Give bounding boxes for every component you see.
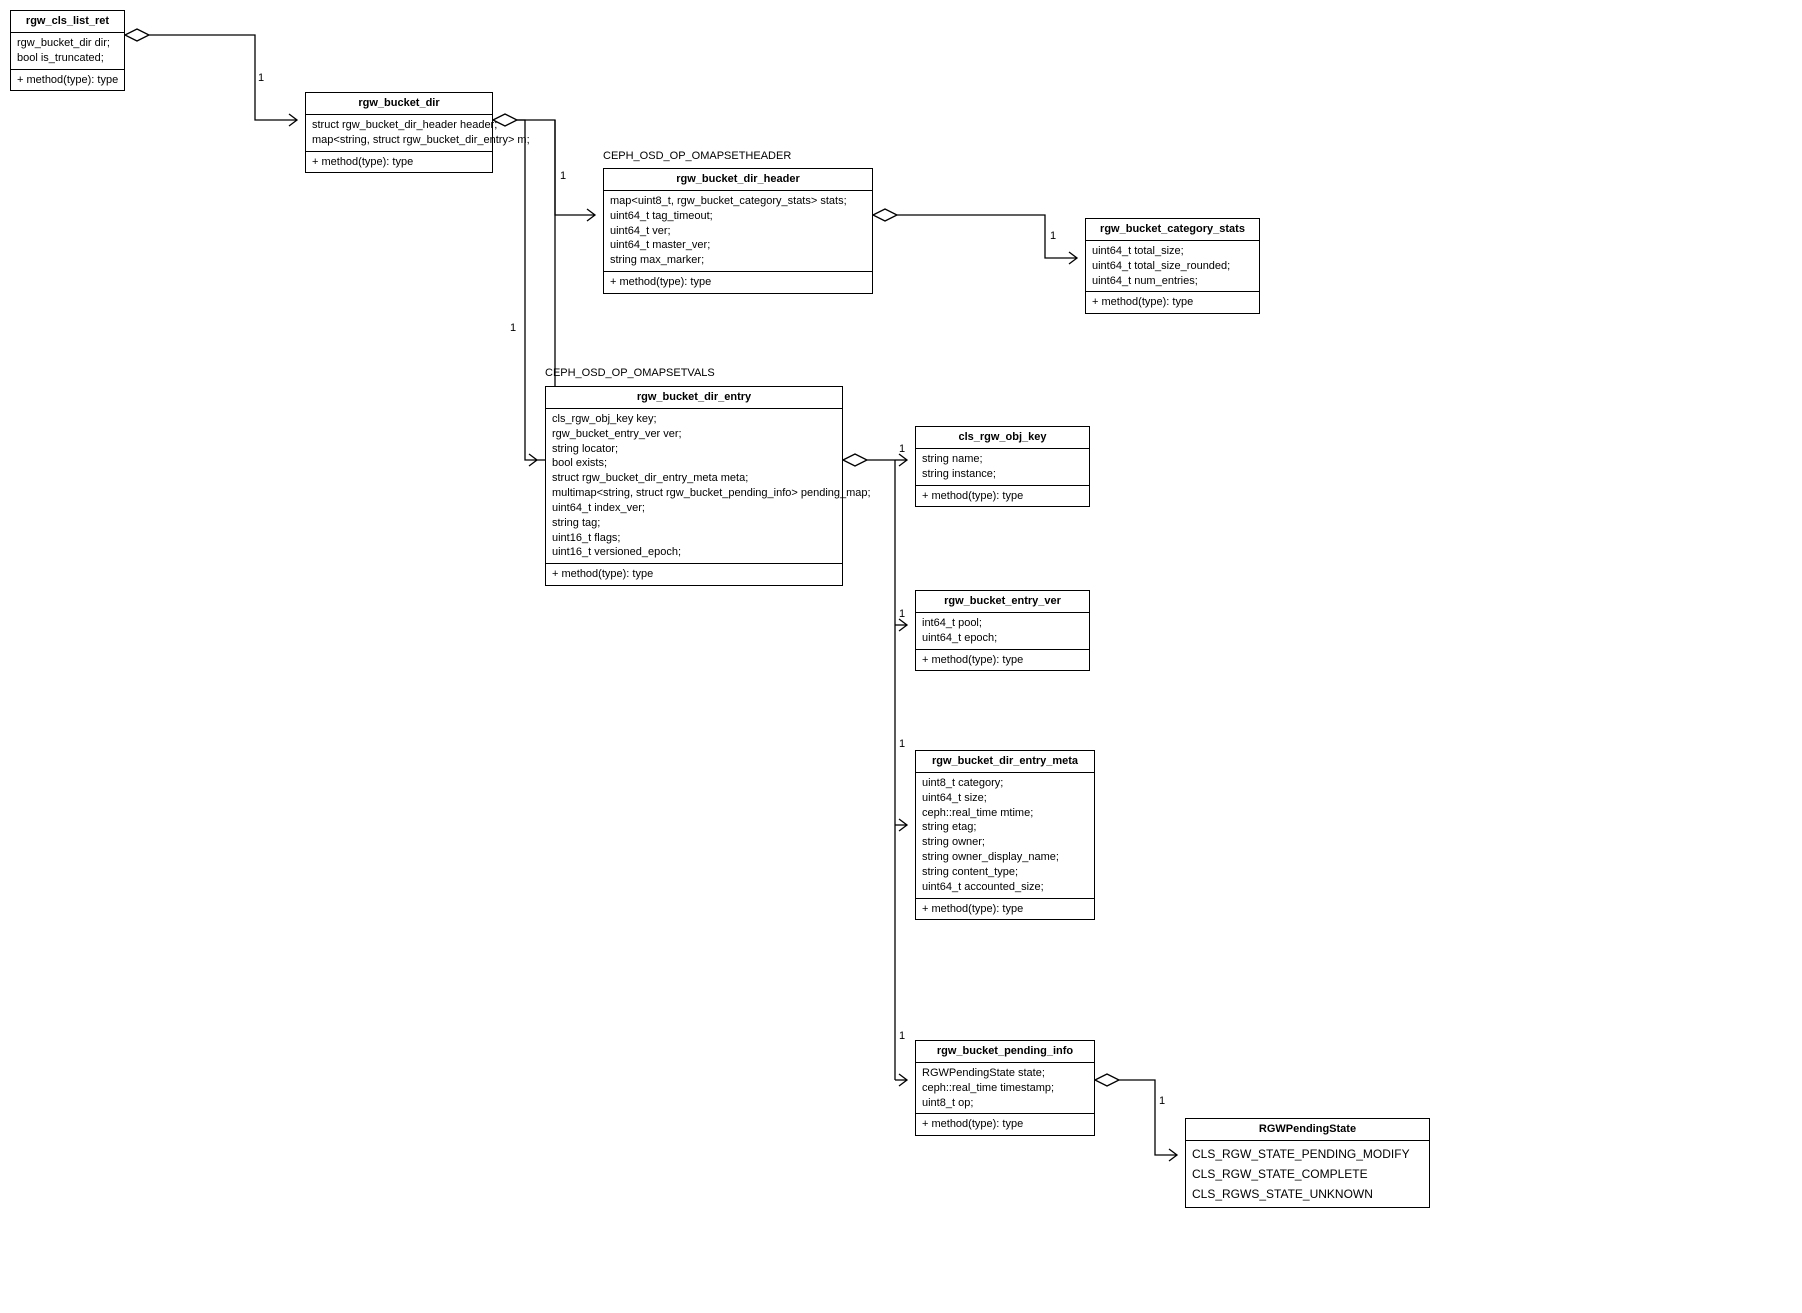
class-attr: string owner;: [922, 835, 1088, 850]
class-attr: string tag;: [552, 516, 836, 531]
class-attr: string content_type;: [922, 865, 1088, 880]
class-title: rgw_bucket_entry_ver: [916, 591, 1089, 613]
class-method: + method(type): type: [1092, 295, 1253, 310]
class-method: + method(type): type: [312, 155, 486, 170]
class-attr: map<string, struct rgw_bucket_dir_entry>…: [312, 133, 486, 148]
class-attr: struct rgw_bucket_dir_header header;: [312, 118, 486, 133]
class-rgw_bucket_pending_info: rgw_bucket_pending_info RGWPendingState …: [915, 1040, 1095, 1136]
class-method: + method(type): type: [922, 653, 1083, 668]
class-attr: uint64_t index_ver;: [552, 501, 836, 516]
mult-catstats: 1: [1050, 230, 1056, 242]
mult-dir: 1: [258, 72, 264, 84]
class-title: rgw_cls_list_ret: [11, 11, 124, 33]
mult-objkey: 1: [899, 443, 905, 455]
class-cls_rgw_obj_key: cls_rgw_obj_key string name; string inst…: [915, 426, 1090, 507]
class-title: cls_rgw_obj_key: [916, 427, 1089, 449]
class-title: rgw_bucket_category_stats: [1086, 219, 1259, 241]
class-attr: string owner_display_name;: [922, 850, 1088, 865]
label-omapsetheader: CEPH_OSD_OP_OMAPSETHEADER: [603, 150, 791, 162]
class-rgw_bucket_dir_entry: rgw_bucket_dir_entry cls_rgw_obj_key key…: [545, 386, 843, 586]
class-title: rgw_bucket_dir_entry_meta: [916, 751, 1094, 773]
class-rgw_bucket_category_stats: rgw_bucket_category_stats uint64_t total…: [1085, 218, 1260, 314]
class-attr: bool is_truncated;: [17, 51, 118, 66]
class-rgw_bucket_entry_ver: rgw_bucket_entry_ver int64_t pool; uint6…: [915, 590, 1090, 671]
class-attr: rgw_bucket_dir dir;: [17, 36, 118, 51]
mult-pending: 1: [899, 1030, 905, 1042]
class-rgw_bucket_dir_entry_meta: rgw_bucket_dir_entry_meta uint8_t catego…: [915, 750, 1095, 920]
enum-value: CLS_RGWS_STATE_UNKNOWN: [1192, 1184, 1423, 1204]
label-omapsetvals: CEPH_OSD_OP_OMAPSETVALS: [545, 367, 715, 379]
class-attr: uint64_t tag_timeout;: [610, 209, 866, 224]
class-title: rgw_bucket_dir_header: [604, 169, 872, 191]
class-method: + method(type): type: [17, 73, 118, 88]
enum-value: CLS_RGW_STATE_PENDING_MODIFY: [1192, 1144, 1423, 1164]
edges-layer: [0, 0, 1802, 1313]
class-attr: string max_marker;: [610, 253, 866, 268]
class-attr: uint64_t num_entries;: [1092, 274, 1253, 289]
class-attr: string name;: [922, 452, 1083, 467]
class-title: rgw_bucket_pending_info: [916, 1041, 1094, 1063]
mult-header: 1: [560, 170, 566, 182]
mult-state: 1: [1159, 1095, 1165, 1107]
class-attr: uint64_t size;: [922, 791, 1088, 806]
class-title: rgw_bucket_dir_entry: [546, 387, 842, 409]
enum-value: CLS_RGW_STATE_COMPLETE: [1192, 1164, 1423, 1184]
class-rgw_bucket_dir: rgw_bucket_dir struct rgw_bucket_dir_hea…: [305, 92, 493, 173]
class-attr: uint16_t versioned_epoch;: [552, 545, 836, 560]
class-attr: string instance;: [922, 467, 1083, 482]
class-attr: uint64_t master_ver;: [610, 238, 866, 253]
class-attr: uint64_t total_size;: [1092, 244, 1253, 259]
class-attr: string etag;: [922, 820, 1088, 835]
class-attr: uint64_t total_size_rounded;: [1092, 259, 1253, 274]
class-title: rgw_bucket_dir: [306, 93, 492, 115]
class-method: + method(type): type: [922, 1117, 1088, 1132]
class-attr: string locator;: [552, 442, 836, 457]
class-attr: cls_rgw_obj_key key;: [552, 412, 836, 427]
diagram-canvas: CEPH_OSD_OP_OMAPSETHEADER CEPH_OSD_OP_OM…: [0, 0, 1802, 1313]
class-attr: uint64_t ver;: [610, 224, 866, 239]
class-attr: uint8_t category;: [922, 776, 1088, 791]
class-attr: rgw_bucket_entry_ver ver;: [552, 427, 836, 442]
class-rgw_cls_list_ret: rgw_cls_list_ret rgw_bucket_dir dir; boo…: [10, 10, 125, 91]
mult-entry: 1: [510, 322, 516, 334]
class-attr: int64_t pool;: [922, 616, 1083, 631]
class-method: + method(type): type: [922, 902, 1088, 917]
class-rgw_bucket_dir_header: rgw_bucket_dir_header map<uint8_t, rgw_b…: [603, 168, 873, 294]
class-attr: uint64_t epoch;: [922, 631, 1083, 646]
class-title: RGWPendingState: [1186, 1119, 1429, 1141]
class-method: + method(type): type: [610, 275, 866, 290]
class-attr: ceph::real_time mtime;: [922, 806, 1088, 821]
mult-entryver: 1: [899, 608, 905, 620]
class-attr: RGWPendingState state;: [922, 1066, 1088, 1081]
class-attr: uint8_t op;: [922, 1096, 1088, 1111]
class-attr: uint64_t accounted_size;: [922, 880, 1088, 895]
enum-RGWPendingState: RGWPendingState CLS_RGW_STATE_PENDING_MO…: [1185, 1118, 1430, 1208]
class-attr: map<uint8_t, rgw_bucket_category_stats> …: [610, 194, 866, 209]
class-attr: bool exists;: [552, 456, 836, 471]
class-attr: ceph::real_time timestamp;: [922, 1081, 1088, 1096]
class-attr: struct rgw_bucket_dir_entry_meta meta;: [552, 471, 836, 486]
class-attr: uint16_t flags;: [552, 531, 836, 546]
class-method: + method(type): type: [552, 567, 836, 582]
class-attr: multimap<string, struct rgw_bucket_pendi…: [552, 486, 836, 501]
mult-meta: 1: [899, 738, 905, 750]
class-method: + method(type): type: [922, 489, 1083, 504]
